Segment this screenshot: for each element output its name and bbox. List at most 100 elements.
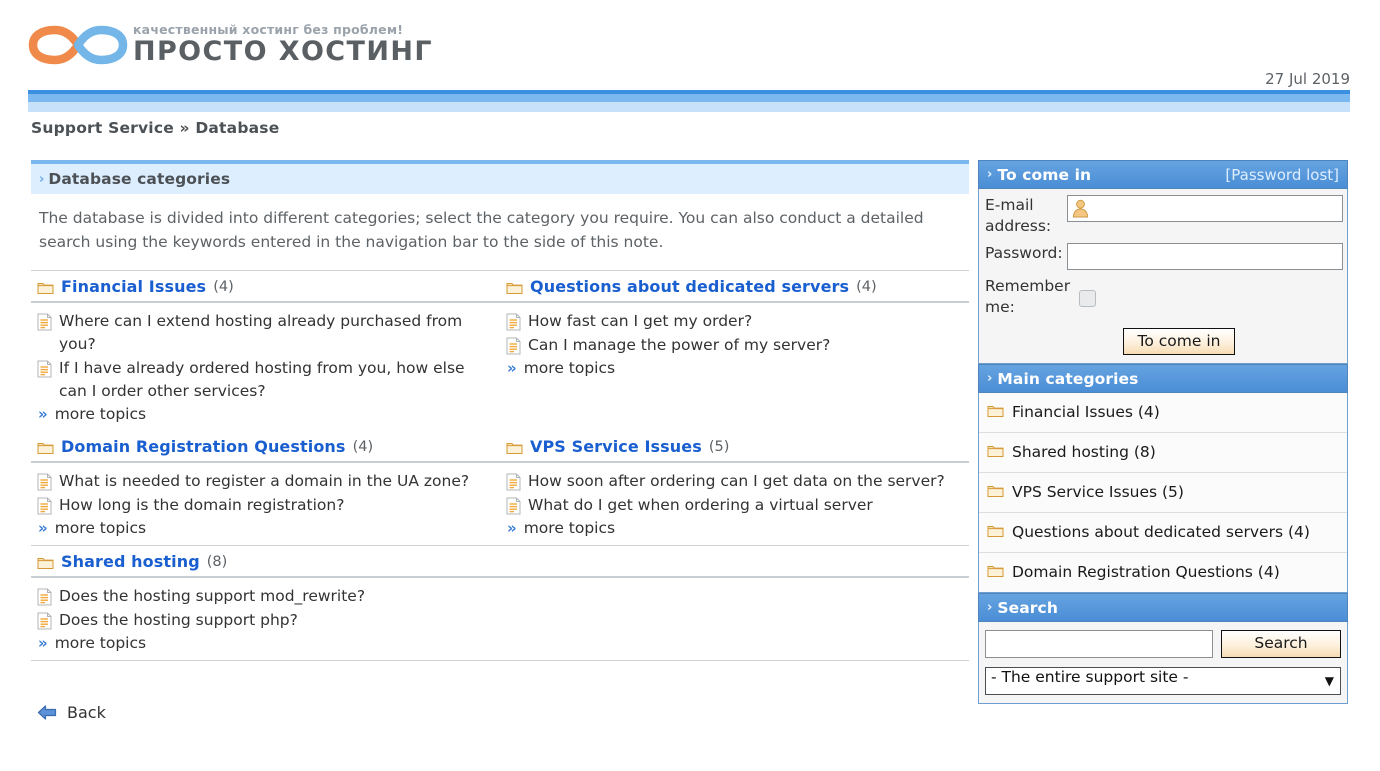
folder-icon: [987, 486, 1004, 497]
remember-me-checkbox[interactable]: [1079, 290, 1096, 307]
sidebar-category-financial-issues[interactable]: Financial Issues (4): [979, 393, 1347, 433]
sidebar-category-shared-hosting[interactable]: Shared hosting (8): [979, 433, 1347, 473]
document-icon: [37, 612, 52, 630]
topic-label[interactable]: How long is the domain registration?: [59, 494, 496, 517]
topic-item[interactable]: Does the hosting support php?: [37, 609, 965, 632]
topic-label[interactable]: Does the hosting support php?: [59, 609, 965, 632]
intro-text: The database is divided into different c…: [39, 209, 924, 251]
category-topics: Where can I extend hosting already purch…: [31, 303, 500, 431]
double-chevron-icon: »: [507, 359, 517, 377]
password-field[interactable]: [1067, 243, 1343, 270]
category-count: (5): [708, 438, 730, 455]
topic-label[interactable]: Where can I extend hosting already purch…: [59, 310, 496, 356]
more-topics-label: more topics: [54, 634, 147, 652]
topic-item[interactable]: What do I get when ordering a virtual se…: [506, 494, 965, 517]
login-panel-title: To come in: [997, 165, 1092, 184]
double-chevron-icon: »: [38, 519, 48, 537]
sidebar-category-label: Shared hosting (8): [1012, 443, 1156, 461]
topic-item[interactable]: Where can I extend hosting already purch…: [37, 310, 496, 356]
site-header: качественный хостинг без проблем! ПРОСТО…: [0, 0, 1380, 88]
document-icon: [506, 497, 521, 515]
category-header[interactable]: Domain Registration Questions (4): [31, 431, 500, 463]
topic-label[interactable]: Can I manage the power of my server?: [528, 334, 965, 357]
header-rule-light: [28, 102, 1350, 112]
search-input[interactable]: [985, 630, 1213, 658]
header-rule-mid: [28, 94, 1350, 102]
sidebar-category-label: Domain Registration Questions (4): [1012, 563, 1280, 581]
email-field[interactable]: [1067, 195, 1343, 222]
folder-icon: [987, 406, 1004, 417]
category-header[interactable]: VPS Service Issues (5): [500, 431, 969, 463]
infinity-logo-icon: [28, 25, 128, 65]
logo-text: качественный хостинг без проблем! ПРОСТО…: [133, 23, 433, 67]
topic-label[interactable]: Does the hosting support mod_rewrite?: [59, 585, 965, 608]
database-categories-header: › Database categories: [31, 164, 969, 194]
bullet-arrow-icon: ›: [987, 167, 993, 182]
main-categories-header: › Main categories: [978, 364, 1348, 393]
category-name[interactable]: Financial Issues: [61, 277, 206, 296]
category-count: (8): [206, 553, 228, 570]
remember-row: Remember me:: [985, 276, 1343, 318]
more-topics-link[interactable]: » more topics: [37, 519, 496, 537]
sidebar-category-label: Financial Issues (4): [1012, 403, 1160, 421]
category-count: (4): [856, 278, 877, 295]
more-topics-label: more topics: [54, 519, 147, 537]
topic-item[interactable]: How fast can I get my order?: [506, 310, 965, 333]
category-name[interactable]: VPS Service Issues: [530, 437, 702, 456]
category-name[interactable]: Questions about dedicated servers: [530, 277, 849, 296]
more-topics-link[interactable]: » more topics: [506, 519, 965, 537]
search-panel-body: Search - The entire support site - ▼: [978, 622, 1348, 704]
category-header[interactable]: Questions about dedicated servers (4): [500, 271, 969, 303]
topic-label[interactable]: What is needed to register a domain in t…: [59, 470, 496, 493]
document-icon: [506, 337, 521, 355]
search-panel-header: › Search: [978, 593, 1348, 622]
topic-item[interactable]: How long is the domain registration?: [37, 494, 496, 517]
sidebar-category-dedicated-servers[interactable]: Questions about dedicated servers (4): [979, 513, 1347, 553]
double-chevron-icon: »: [507, 519, 517, 537]
topic-item[interactable]: Does the hosting support mod_rewrite?: [37, 585, 965, 608]
password-label: Password:: [985, 244, 1063, 262]
topic-label[interactable]: What do I get when ordering a virtual se…: [528, 494, 965, 517]
topic-item[interactable]: Can I manage the power of my server?: [506, 334, 965, 357]
sidebar: › To come in [Password lost] E-mail addr…: [978, 160, 1348, 704]
sidebar-category-label: VPS Service Issues (5): [1012, 483, 1184, 501]
remember-label: Remember me:: [985, 277, 1071, 316]
folder-icon: [506, 282, 523, 294]
main-categories-title: Main categories: [997, 369, 1139, 388]
document-icon: [506, 313, 521, 331]
login-submit-button[interactable]: To come in: [1123, 328, 1235, 355]
category-block-shared-hosting: Shared hosting (8) Does the hosting supp…: [31, 546, 969, 660]
more-topics-link[interactable]: » more topics: [506, 359, 965, 377]
password-lost-link[interactable]: [Password lost]: [1225, 166, 1339, 184]
sidebar-category-vps-service[interactable]: VPS Service Issues (5): [979, 473, 1347, 513]
folder-icon: [987, 526, 1004, 537]
more-topics-link[interactable]: » more topics: [37, 634, 965, 652]
topic-item[interactable]: What is needed to register a domain in t…: [37, 470, 496, 493]
category-topics: How fast can I get my order? Can I manag…: [500, 303, 969, 385]
more-topics-link[interactable]: » more topics: [37, 405, 496, 423]
email-row: E-mail address:: [985, 195, 1343, 237]
category-header[interactable]: Financial Issues (4): [31, 271, 500, 303]
category-name[interactable]: Shared hosting: [61, 552, 200, 571]
breadcrumb[interactable]: Support Service » Database: [31, 119, 279, 137]
topic-item[interactable]: How soon after ordering can I get data o…: [506, 470, 965, 493]
login-panel-header: › To come in [Password lost]: [978, 160, 1348, 189]
back-link[interactable]: Back: [31, 703, 969, 722]
email-label: E-mail address:: [985, 196, 1052, 235]
user-avatar-icon: [1072, 199, 1089, 218]
topic-label[interactable]: How fast can I get my order?: [528, 310, 965, 333]
category-header[interactable]: Shared hosting (8): [31, 546, 969, 578]
document-icon: [37, 360, 52, 378]
search-panel-title: Search: [997, 598, 1058, 617]
site-logo[interactable]: качественный хостинг без проблем! ПРОСТО…: [28, 22, 433, 68]
topic-label[interactable]: How soon after ordering can I get data o…: [528, 470, 965, 493]
category-name[interactable]: Domain Registration Questions: [61, 437, 346, 456]
sidebar-category-domain-registration[interactable]: Domain Registration Questions (4): [979, 553, 1347, 592]
panel-title: Database categories: [48, 170, 231, 188]
search-button[interactable]: Search: [1221, 630, 1341, 658]
category-row: Financial Issues (4) Where can I extend …: [31, 271, 969, 431]
topic-item[interactable]: If I have already ordered hosting from y…: [37, 357, 496, 403]
topic-label[interactable]: If I have already ordered hosting from y…: [59, 357, 496, 403]
more-topics-label: more topics: [523, 519, 616, 537]
search-scope-select[interactable]: - The entire support site -: [985, 667, 1341, 695]
